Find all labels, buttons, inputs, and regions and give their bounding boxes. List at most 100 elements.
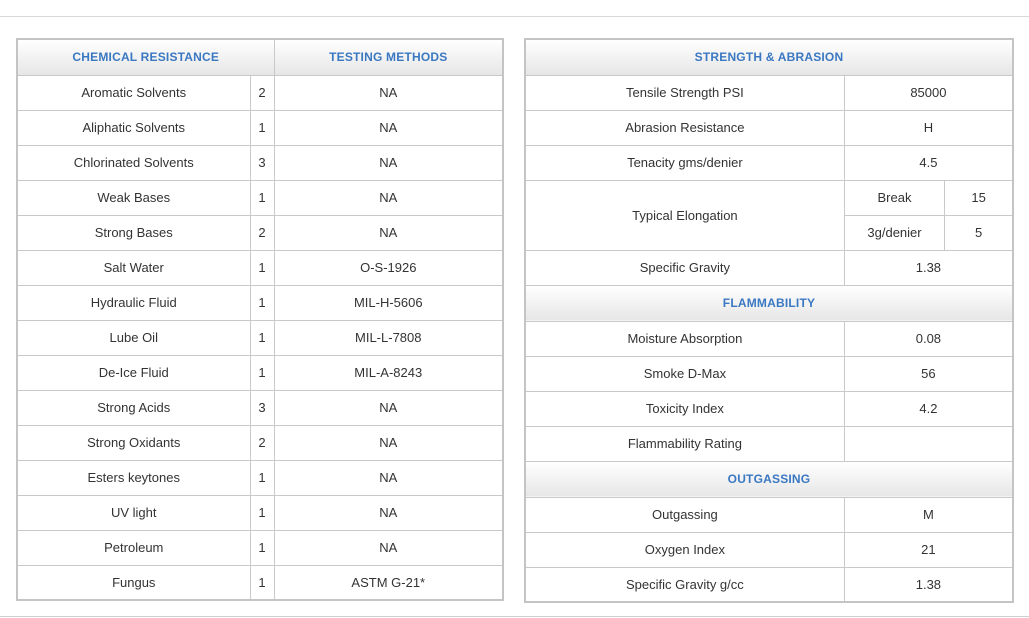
testing-method: O-S-1926 [273,249,504,286]
table-row: UV light 1 NA [16,494,504,531]
chemical-name: Hydraulic Fluid [16,284,251,321]
strength-abrasion-header: STRENGTH & ABRASION [524,38,1014,76]
testing-methods-header: TESTING METHODS [273,38,504,76]
table-row: Oxygen Index 21 [524,531,1014,568]
outgassing-header: OUTGASSING [524,460,1014,498]
elongation-sublabel: Break [843,179,946,216]
table-row: Weak Bases 1 NA [16,179,504,216]
table-row: Fungus 1 ASTM G-21* [16,564,504,601]
property-value: 56 [843,355,1014,392]
table-row: Lube Oil 1 MIL-L-7808 [16,319,504,356]
resistance-rating: 1 [249,284,275,321]
table-row: Moisture Absorption 0.08 [524,320,1014,357]
resistance-rating: 1 [249,459,275,496]
chemical-name: Lube Oil [16,319,251,356]
resistance-rating: 1 [249,179,275,216]
property-label: Flammability Rating [524,425,845,462]
table-row: Aliphatic Solvents 1 NA [16,109,504,146]
table-row: Chlorinated Solvents 3 NA [16,144,504,181]
property-label: Tenacity gms/denier [524,144,845,181]
testing-method: NA [273,109,504,146]
chemical-name: Strong Bases [16,214,251,251]
chemical-name: Strong Acids [16,389,251,426]
property-label: Outgassing [524,496,845,533]
table-row: Outgassing M [524,496,1014,533]
resistance-rating: 1 [249,564,275,601]
table-row: Typical Elongation Break 15 [524,179,1014,251]
elongation-value: 5 [944,214,1014,251]
testing-method: NA [273,389,504,426]
property-value: 1.38 [843,249,1014,286]
chemical-resistance-table: CHEMICAL RESISTANCE TESTING METHODS Arom… [16,38,505,601]
table-row: Strong Acids 3 NA [16,389,504,426]
table-row: Strong Oxidants 2 NA [16,424,504,461]
property-value: M [843,496,1014,533]
table-row: Tensile Strength PSI 85000 [524,74,1014,111]
testing-method: MIL-H-5606 [273,284,504,321]
table-row: Hydraulic Fluid 1 MIL-H-5606 [16,284,504,321]
resistance-rating: 2 [249,214,275,251]
table-row: Specific Gravity g/cc 1.38 [524,566,1014,603]
testing-method: NA [273,214,504,251]
table-row: Strong Bases 2 NA [16,214,504,251]
property-value: 85000 [843,74,1014,111]
testing-method: NA [273,494,504,531]
resistance-rating: 1 [249,109,275,146]
resistance-rating: 1 [249,319,275,356]
chemical-name: Fungus [16,564,251,601]
property-value: H [843,109,1014,146]
table-row: Petroleum 1 NA [16,529,504,566]
chemical-name: UV light [16,494,251,531]
resistance-rating: 3 [249,144,275,181]
testing-method: NA [273,74,504,111]
property-value: 1.38 [843,566,1014,603]
testing-method: NA [273,144,504,181]
table-row: Specific Gravity 1.38 [524,249,1014,286]
chemical-name: Chlorinated Solvents [16,144,251,181]
table-row: Toxicity Index 4.2 [524,390,1014,427]
elongation-value: 15 [944,179,1014,216]
chemical-name: Petroleum [16,529,251,566]
property-value: 4.2 [843,390,1014,427]
property-label: Specific Gravity g/cc [524,566,845,603]
properties-table: STRENGTH & ABRASION Tensile Strength PSI… [524,38,1014,603]
table-row: Aromatic Solvents 2 NA [16,74,504,111]
table-row: Flammability Rating [524,425,1014,462]
testing-method: MIL-L-7808 [273,319,504,356]
resistance-rating: 1 [249,354,275,391]
chemical-name: De-Ice Fluid [16,354,251,391]
table-row: Smoke D-Max 56 [524,355,1014,392]
resistance-rating: 3 [249,389,275,426]
property-label: Oxygen Index [524,531,845,568]
table-row: Salt Water 1 O-S-1926 [16,249,504,286]
top-divider [0,16,1029,17]
resistance-rating: 1 [249,249,275,286]
chemical-name: Aromatic Solvents [16,74,251,111]
bottom-divider [0,616,1029,617]
property-value [843,425,1014,462]
chemical-resistance-rows: Aromatic Solvents 2 NA Aliphatic Solvents 1 N… [16,74,504,601]
chemical-name: Strong Oxidants [16,424,251,461]
table-row: De-Ice Fluid 1 MIL-A-8243 [16,354,504,391]
table-row: Abrasion Resistance H [524,109,1014,146]
property-label: Specific Gravity [524,249,845,286]
elongation-sublabel: 3g/denier [843,214,946,251]
resistance-rating: 1 [249,529,275,566]
resistance-rating: 1 [249,494,275,531]
testing-method: NA [273,424,504,461]
chemical-name: Aliphatic Solvents [16,109,251,146]
resistance-rating: 2 [249,74,275,111]
property-label: Tensile Strength PSI [524,74,845,111]
chemical-name: Esters keytones [16,459,251,496]
testing-method: NA [273,179,504,216]
flammability-header: FLAMMABILITY [524,284,1014,322]
property-label: Smoke D-Max [524,355,845,392]
testing-method: NA [273,459,504,496]
testing-method: MIL-A-8243 [273,354,504,391]
property-label: Typical Elongation [524,179,845,251]
property-label: Abrasion Resistance [524,109,845,146]
chemical-name: Salt Water [16,249,251,286]
table-row: Esters keytones 1 NA [16,459,504,496]
chemical-resistance-header: CHEMICAL RESISTANCE [16,38,275,76]
testing-method: ASTM G-21* [273,564,504,601]
